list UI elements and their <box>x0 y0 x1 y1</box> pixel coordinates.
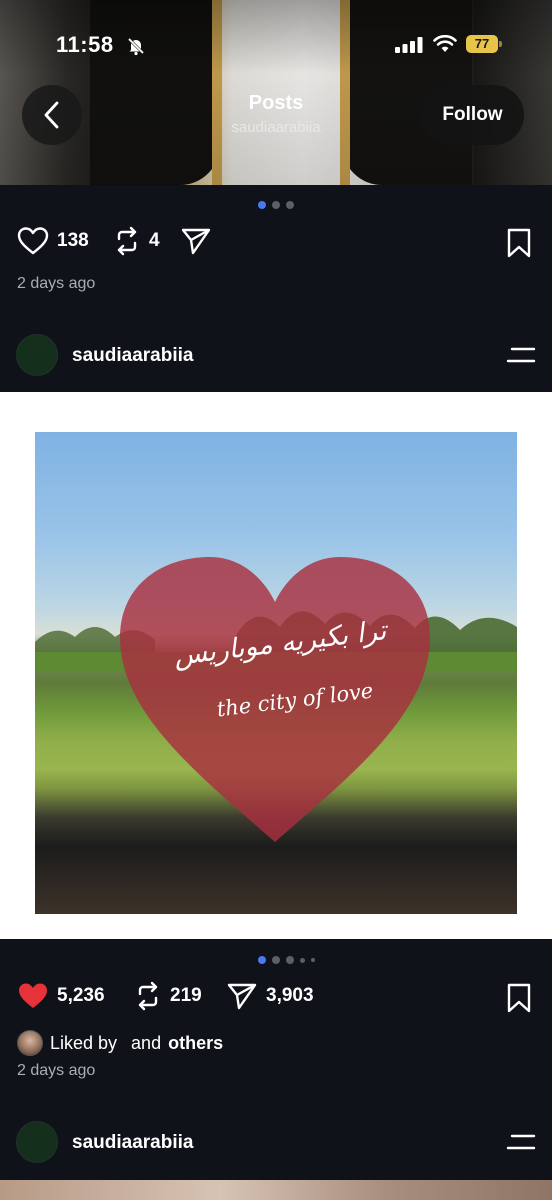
battery-icon: 77 <box>466 35 502 53</box>
heart-filled-icon <box>19 983 47 1008</box>
bookmark-icon[interactable] <box>506 228 532 258</box>
repost-button[interactable]: 219 <box>134 981 202 1011</box>
share-count: 3,903 <box>266 985 314 1006</box>
back-button[interactable] <box>22 85 82 145</box>
liked-by-others[interactable]: others <box>168 1033 223 1054</box>
menu-icon[interactable] <box>506 345 536 365</box>
page-title: Posts <box>248 92 304 114</box>
bookmark-icon[interactable] <box>506 983 532 1013</box>
bell-slash-icon <box>127 37 145 56</box>
send-icon <box>181 228 211 255</box>
post-username[interactable]: saudiaarabiia <box>72 1132 193 1154</box>
battery-nub <box>499 41 502 47</box>
carousel-dot <box>272 201 280 209</box>
share-button[interactable]: 3,903 <box>226 981 314 1011</box>
carousel-dots-previous <box>258 201 294 209</box>
repost-icon <box>138 981 158 1011</box>
like-count: 5,236 <box>57 985 105 1006</box>
next-post-header: saudiaarabiia <box>0 1120 552 1164</box>
status-bar: 11:58 77 <box>0 0 552 90</box>
wifi-icon <box>433 35 457 52</box>
post-username[interactable]: saudiaarabiia <box>72 345 193 367</box>
like-count: 138 <box>57 230 89 251</box>
carousel-dot <box>286 201 294 209</box>
carousel-dot <box>311 958 315 962</box>
avatar <box>17 1030 43 1056</box>
previous-post-time: 2 days ago <box>17 275 96 292</box>
chevron-left-icon <box>44 101 59 129</box>
send-icon <box>227 983 257 1010</box>
signal-icon <box>395 37 423 53</box>
post-actions: 5,236 219 3,903 <box>0 977 552 1017</box>
carousel-dots-main <box>258 956 315 964</box>
like-button[interactable]: 5,236 <box>17 981 105 1011</box>
carousel-dot <box>300 957 305 963</box>
repost-button[interactable]: 4 <box>113 226 160 256</box>
repost-count: 4 <box>149 230 160 251</box>
repost-count: 219 <box>170 985 202 1006</box>
liked-by-and: and <box>131 1032 162 1053</box>
battery-level: 77 <box>466 35 498 53</box>
page-subtitle-username[interactable]: saudiaarabiia <box>176 119 376 136</box>
like-button[interactable]: 138 <box>17 226 89 256</box>
previous-post-actions: 138 4 <box>0 222 552 262</box>
next-post-image[interactable] <box>0 1180 552 1200</box>
carousel-dot <box>286 956 294 964</box>
carousel-dot <box>258 956 266 964</box>
post-header: saudiaarabiia <box>0 333 552 377</box>
liked-by-prefix: Liked by <box>50 1032 118 1053</box>
heart-outline-icon <box>17 227 49 255</box>
avatar[interactable] <box>16 1121 58 1163</box>
post-time: 2 days ago <box>17 1062 96 1079</box>
liked-by-row[interactable]: Liked by and others <box>17 1030 223 1056</box>
share-button[interactable] <box>180 226 212 256</box>
carousel-dot <box>272 956 280 964</box>
avatar[interactable] <box>16 334 58 376</box>
follow-button[interactable]: Follow <box>421 85 524 145</box>
repost-icon <box>117 226 137 256</box>
status-time: 11:58 <box>56 32 114 57</box>
post-media-container[interactable]: ترا بكيريه موباريس the city of love <box>0 392 552 939</box>
post-photo[interactable]: ترا بكيريه موباريس the city of love <box>35 432 517 914</box>
menu-icon[interactable] <box>506 1132 536 1152</box>
carousel-dot <box>258 201 266 209</box>
